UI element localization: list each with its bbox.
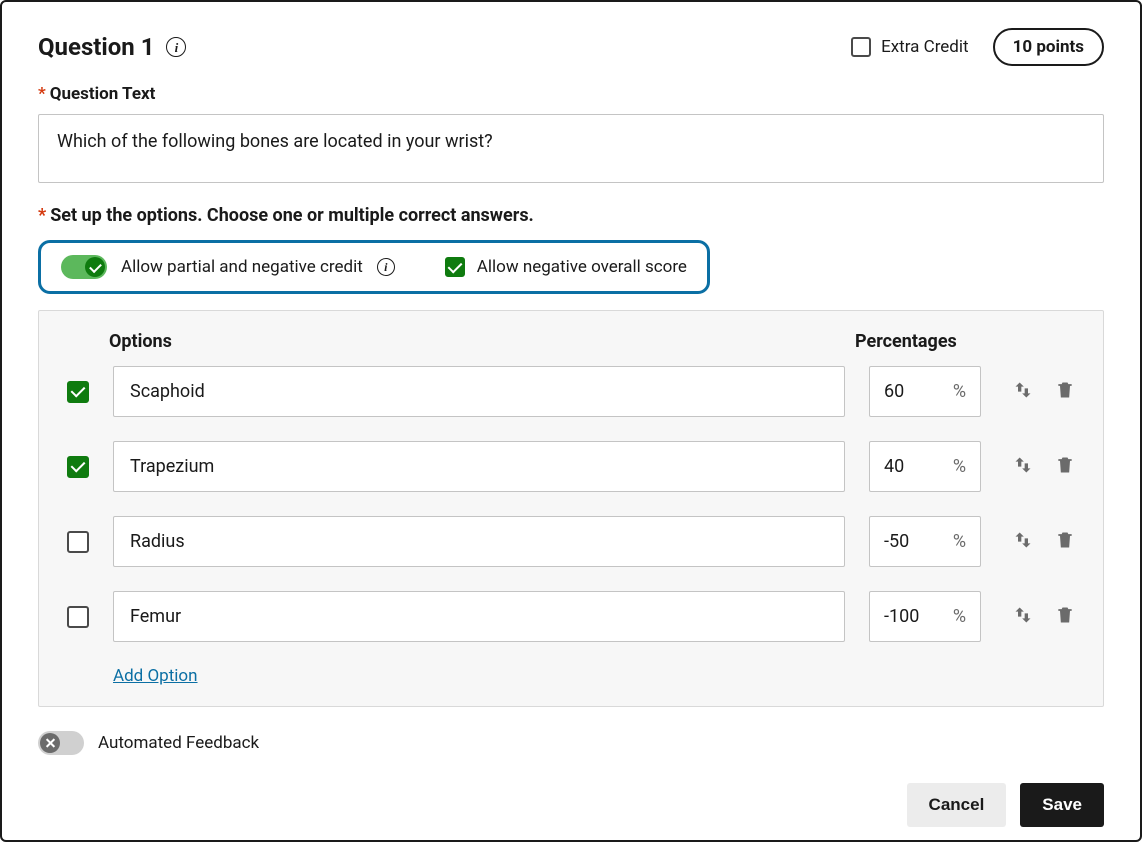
required-star-icon: *: [38, 205, 46, 226]
cancel-button[interactable]: Cancel: [907, 783, 1007, 827]
toggle-knob-icon: [40, 733, 60, 753]
extra-credit-group[interactable]: Extra Credit: [851, 37, 969, 57]
question-title-group: Question 1 i: [38, 33, 186, 61]
extra-credit-label: Extra Credit: [881, 37, 969, 57]
option-row-actions: [1013, 605, 1075, 629]
info-icon[interactable]: i: [377, 258, 395, 276]
reorder-icon[interactable]: [1013, 380, 1033, 404]
automated-feedback-toggle[interactable]: [38, 731, 84, 755]
question-text-label: *Question Text: [38, 84, 1104, 104]
header-row: Question 1 i Extra Credit 10 points: [38, 28, 1104, 66]
option-text-input[interactable]: Scaphoid: [113, 366, 845, 417]
delete-icon[interactable]: [1055, 605, 1075, 629]
percent-sign: %: [953, 381, 966, 402]
footer-actions: Cancel Save: [38, 783, 1104, 827]
option-correct-checkbox[interactable]: [67, 381, 89, 403]
info-icon[interactable]: i: [166, 37, 186, 57]
options-panel: Options Percentages Scaphoid 60 %: [38, 310, 1104, 707]
delete-icon[interactable]: [1055, 380, 1075, 404]
allow-partial-credit-toggle[interactable]: [61, 255, 107, 279]
option-percentage-input[interactable]: 60 %: [869, 366, 981, 417]
automated-feedback-row: Automated Feedback: [38, 731, 1104, 755]
option-row: Scaphoid 60 %: [67, 366, 1075, 417]
options-header: Options Percentages: [67, 331, 1075, 352]
percent-sign: %: [953, 606, 966, 627]
options-instruction: *Set up the options. Choose one or multi…: [38, 205, 1104, 226]
percent-sign: %: [953, 531, 966, 552]
reorder-icon[interactable]: [1013, 455, 1033, 479]
option-row-actions: [1013, 530, 1075, 554]
required-star-icon: *: [38, 84, 46, 104]
reorder-icon[interactable]: [1013, 605, 1033, 629]
option-row-actions: [1013, 455, 1075, 479]
option-percentage-input[interactable]: -100 %: [869, 591, 981, 642]
option-correct-checkbox[interactable]: [67, 531, 89, 553]
question-editor-panel: Question 1 i Extra Credit 10 points *Que…: [0, 0, 1142, 842]
option-text-input[interactable]: Radius: [113, 516, 845, 567]
question-number-title: Question 1: [38, 33, 154, 61]
add-option-link[interactable]: Add Option: [113, 666, 1075, 686]
option-percentage-value: -100: [884, 606, 919, 627]
option-row: Femur -100 %: [67, 591, 1075, 642]
option-correct-checkbox[interactable]: [67, 606, 89, 628]
extra-credit-checkbox[interactable]: [851, 37, 871, 57]
question-text-input[interactable]: Which of the following bones are located…: [38, 114, 1104, 183]
delete-icon[interactable]: [1055, 455, 1075, 479]
allow-partial-credit-label: Allow partial and negative credit: [121, 257, 363, 277]
save-button[interactable]: Save: [1020, 783, 1104, 827]
allow-negative-score-label: Allow negative overall score: [477, 257, 687, 277]
option-percentage-input[interactable]: -50 %: [869, 516, 981, 567]
percent-sign: %: [953, 456, 966, 477]
toggle-knob-icon: [85, 257, 105, 277]
percentages-column-header: Percentages: [855, 331, 1075, 352]
option-percentage-value: -50: [884, 531, 909, 552]
options-column-header: Options: [109, 331, 855, 352]
option-row: Radius -50 %: [67, 516, 1075, 567]
option-text-input[interactable]: Femur: [113, 591, 845, 642]
option-correct-checkbox[interactable]: [67, 456, 89, 478]
header-right: Extra Credit 10 points: [851, 28, 1104, 66]
points-pill[interactable]: 10 points: [993, 28, 1104, 66]
option-row-actions: [1013, 380, 1075, 404]
allow-partial-credit-row: Allow partial and negative credit i: [61, 255, 395, 279]
delete-icon[interactable]: [1055, 530, 1075, 554]
credit-settings-highlight: Allow partial and negative credit i Allo…: [38, 240, 710, 294]
option-percentage-value: 60: [884, 381, 904, 402]
option-text-input[interactable]: Trapezium: [113, 441, 845, 492]
automated-feedback-label: Automated Feedback: [98, 733, 259, 753]
option-percentage-value: 40: [884, 456, 904, 477]
allow-negative-score-checkbox[interactable]: [445, 257, 465, 277]
reorder-icon[interactable]: [1013, 530, 1033, 554]
option-row: Trapezium 40 %: [67, 441, 1075, 492]
allow-negative-score-row: Allow negative overall score: [445, 257, 687, 277]
option-percentage-input[interactable]: 40 %: [869, 441, 981, 492]
